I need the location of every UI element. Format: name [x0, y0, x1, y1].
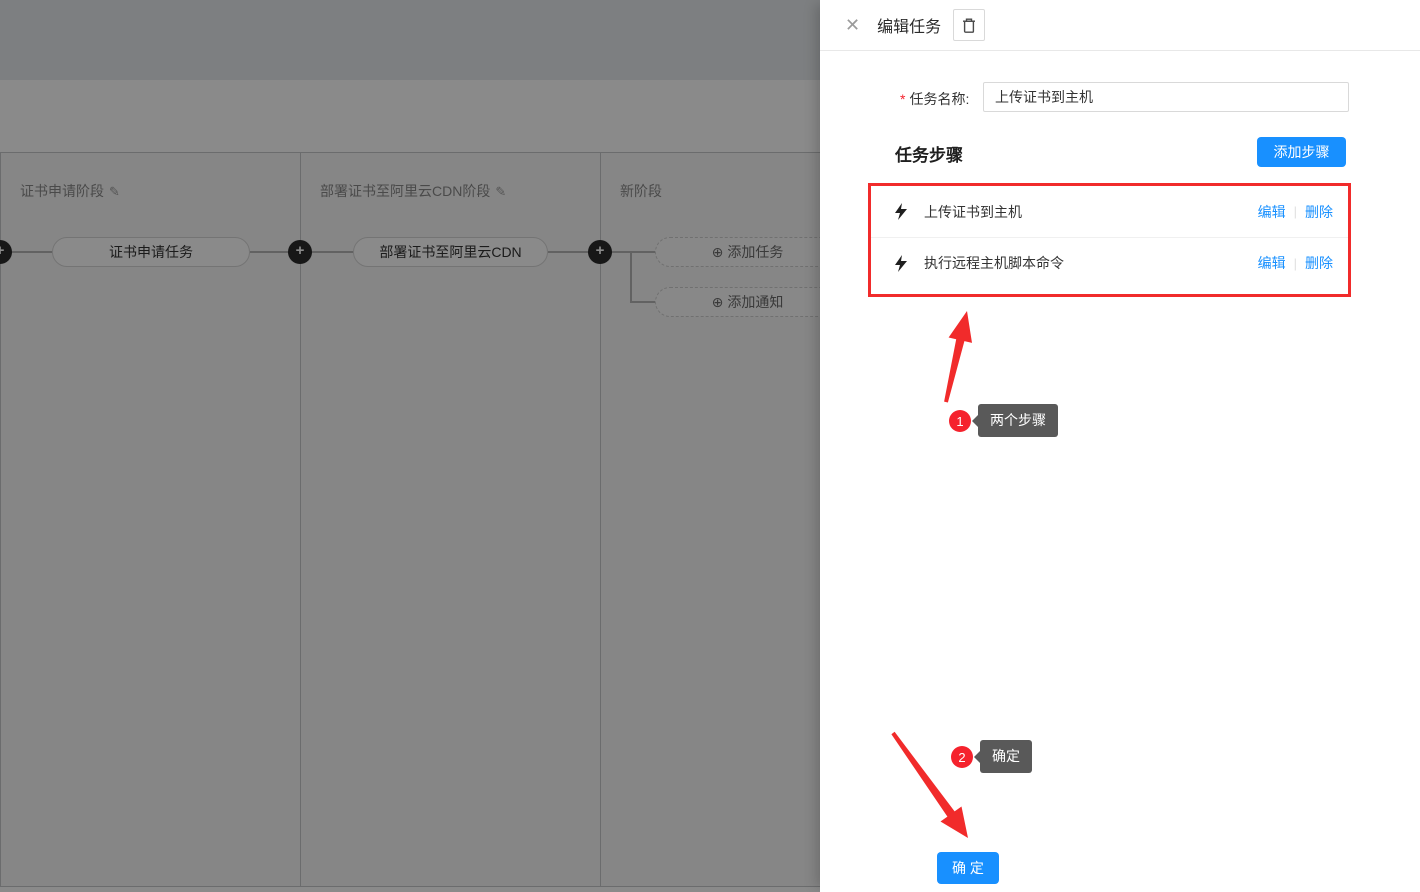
step-name: 上传证书到主机 — [924, 202, 1258, 222]
drawer-header: ✕ 编辑任务 — [820, 0, 1420, 51]
annotation-badge-2: 2 — [951, 746, 973, 768]
add-step-button[interactable]: 添加步骤 — [1257, 137, 1346, 167]
task-name-label: *任务名称: — [900, 89, 969, 109]
drawer-title: 编辑任务 — [877, 13, 941, 37]
app-window: 证书申请阶段✎ 部署证书至阿里云CDN阶段✎ 新阶段 + 证书申请任务 + 部署… — [0, 0, 1420, 892]
close-icon[interactable]: ✕ — [845, 16, 860, 34]
delete-task-button[interactable] — [953, 9, 985, 41]
step-row: 上传证书到主机 编辑 | 删除 — [871, 186, 1348, 237]
confirm-button[interactable]: 确 定 — [937, 852, 999, 884]
step-row: 执行远程主机脚本命令 编辑 | 删除 — [871, 237, 1348, 288]
annotation-badge-1: 1 — [949, 410, 971, 432]
step-name: 执行远程主机脚本命令 — [924, 253, 1258, 273]
annotation-tooltip-1: 两个步骤 — [978, 404, 1058, 437]
task-name-label-text: 任务名称: — [909, 91, 969, 107]
lightning-icon — [894, 255, 908, 272]
drawer-backdrop-mask[interactable] — [0, 0, 820, 892]
task-name-input[interactable] — [983, 82, 1349, 112]
steps-section-title: 任务步骤 — [895, 141, 963, 166]
lightning-icon — [894, 203, 908, 220]
steps-list-annotated-box: 上传证书到主机 编辑 | 删除 执行远程主机脚本命令 编辑 | 删除 — [868, 183, 1351, 297]
edit-task-drawer: ✕ 编辑任务 *任务名称: 任务步骤 添加步骤 上传证书到主机 编辑 | 删除 — [820, 0, 1420, 892]
step-delete-link[interactable]: 删除 — [1305, 202, 1333, 222]
annotation-tooltip-2: 确定 — [980, 740, 1032, 773]
link-separator: | — [1294, 256, 1297, 271]
required-mark: * — [900, 91, 905, 107]
step-edit-link[interactable]: 编辑 — [1258, 202, 1286, 222]
trash-icon — [961, 17, 977, 34]
step-edit-link[interactable]: 编辑 — [1258, 253, 1286, 273]
link-separator: | — [1294, 204, 1297, 219]
step-delete-link[interactable]: 删除 — [1305, 253, 1333, 273]
